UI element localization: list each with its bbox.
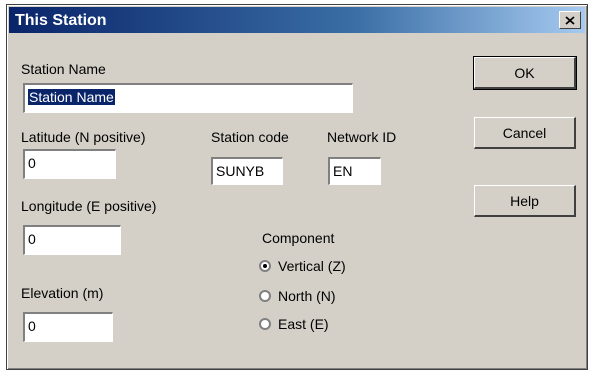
station-name-label: Station Name (21, 61, 106, 77)
latitude-label: Latitude (N positive) (21, 129, 146, 145)
longitude-label: Longitude (E positive) (21, 198, 157, 214)
radio-east-label: East (E) (278, 316, 329, 332)
radio-north[interactable]: North (N) (259, 288, 336, 304)
window-title: This Station (15, 12, 107, 29)
radio-button[interactable] (259, 290, 271, 302)
station-code-input[interactable]: SUNYB (211, 157, 283, 185)
station-code-label: Station code (211, 129, 289, 145)
radio-vertical[interactable]: Vertical (Z) (259, 258, 346, 274)
elevation-input[interactable]: 0 (23, 312, 113, 342)
component-label: Component (262, 230, 335, 246)
radio-button-checked[interactable] (259, 260, 271, 272)
cancel-button[interactable]: Cancel (474, 117, 576, 149)
station-dialog: This Station Station Name Station Name L… (6, 4, 588, 370)
station-name-value: Station Name (28, 89, 115, 105)
radio-button[interactable] (259, 318, 271, 330)
title-bar[interactable]: This Station (9, 7, 585, 33)
radio-north-label: North (N) (278, 288, 336, 304)
radio-east[interactable]: East (E) (259, 316, 329, 332)
longitude-input[interactable]: 0 (23, 225, 121, 255)
close-icon (565, 15, 575, 25)
close-button[interactable] (559, 11, 581, 29)
elevation-label: Elevation (m) (21, 285, 104, 301)
station-name-input[interactable]: Station Name (23, 83, 353, 113)
latitude-input[interactable]: 0 (23, 149, 116, 179)
radio-vertical-label: Vertical (Z) (278, 258, 346, 274)
ok-button[interactable]: OK (473, 56, 577, 90)
network-id-input[interactable]: EN (328, 157, 381, 185)
help-button[interactable]: Help (474, 185, 576, 217)
network-id-label: Network ID (327, 129, 397, 145)
